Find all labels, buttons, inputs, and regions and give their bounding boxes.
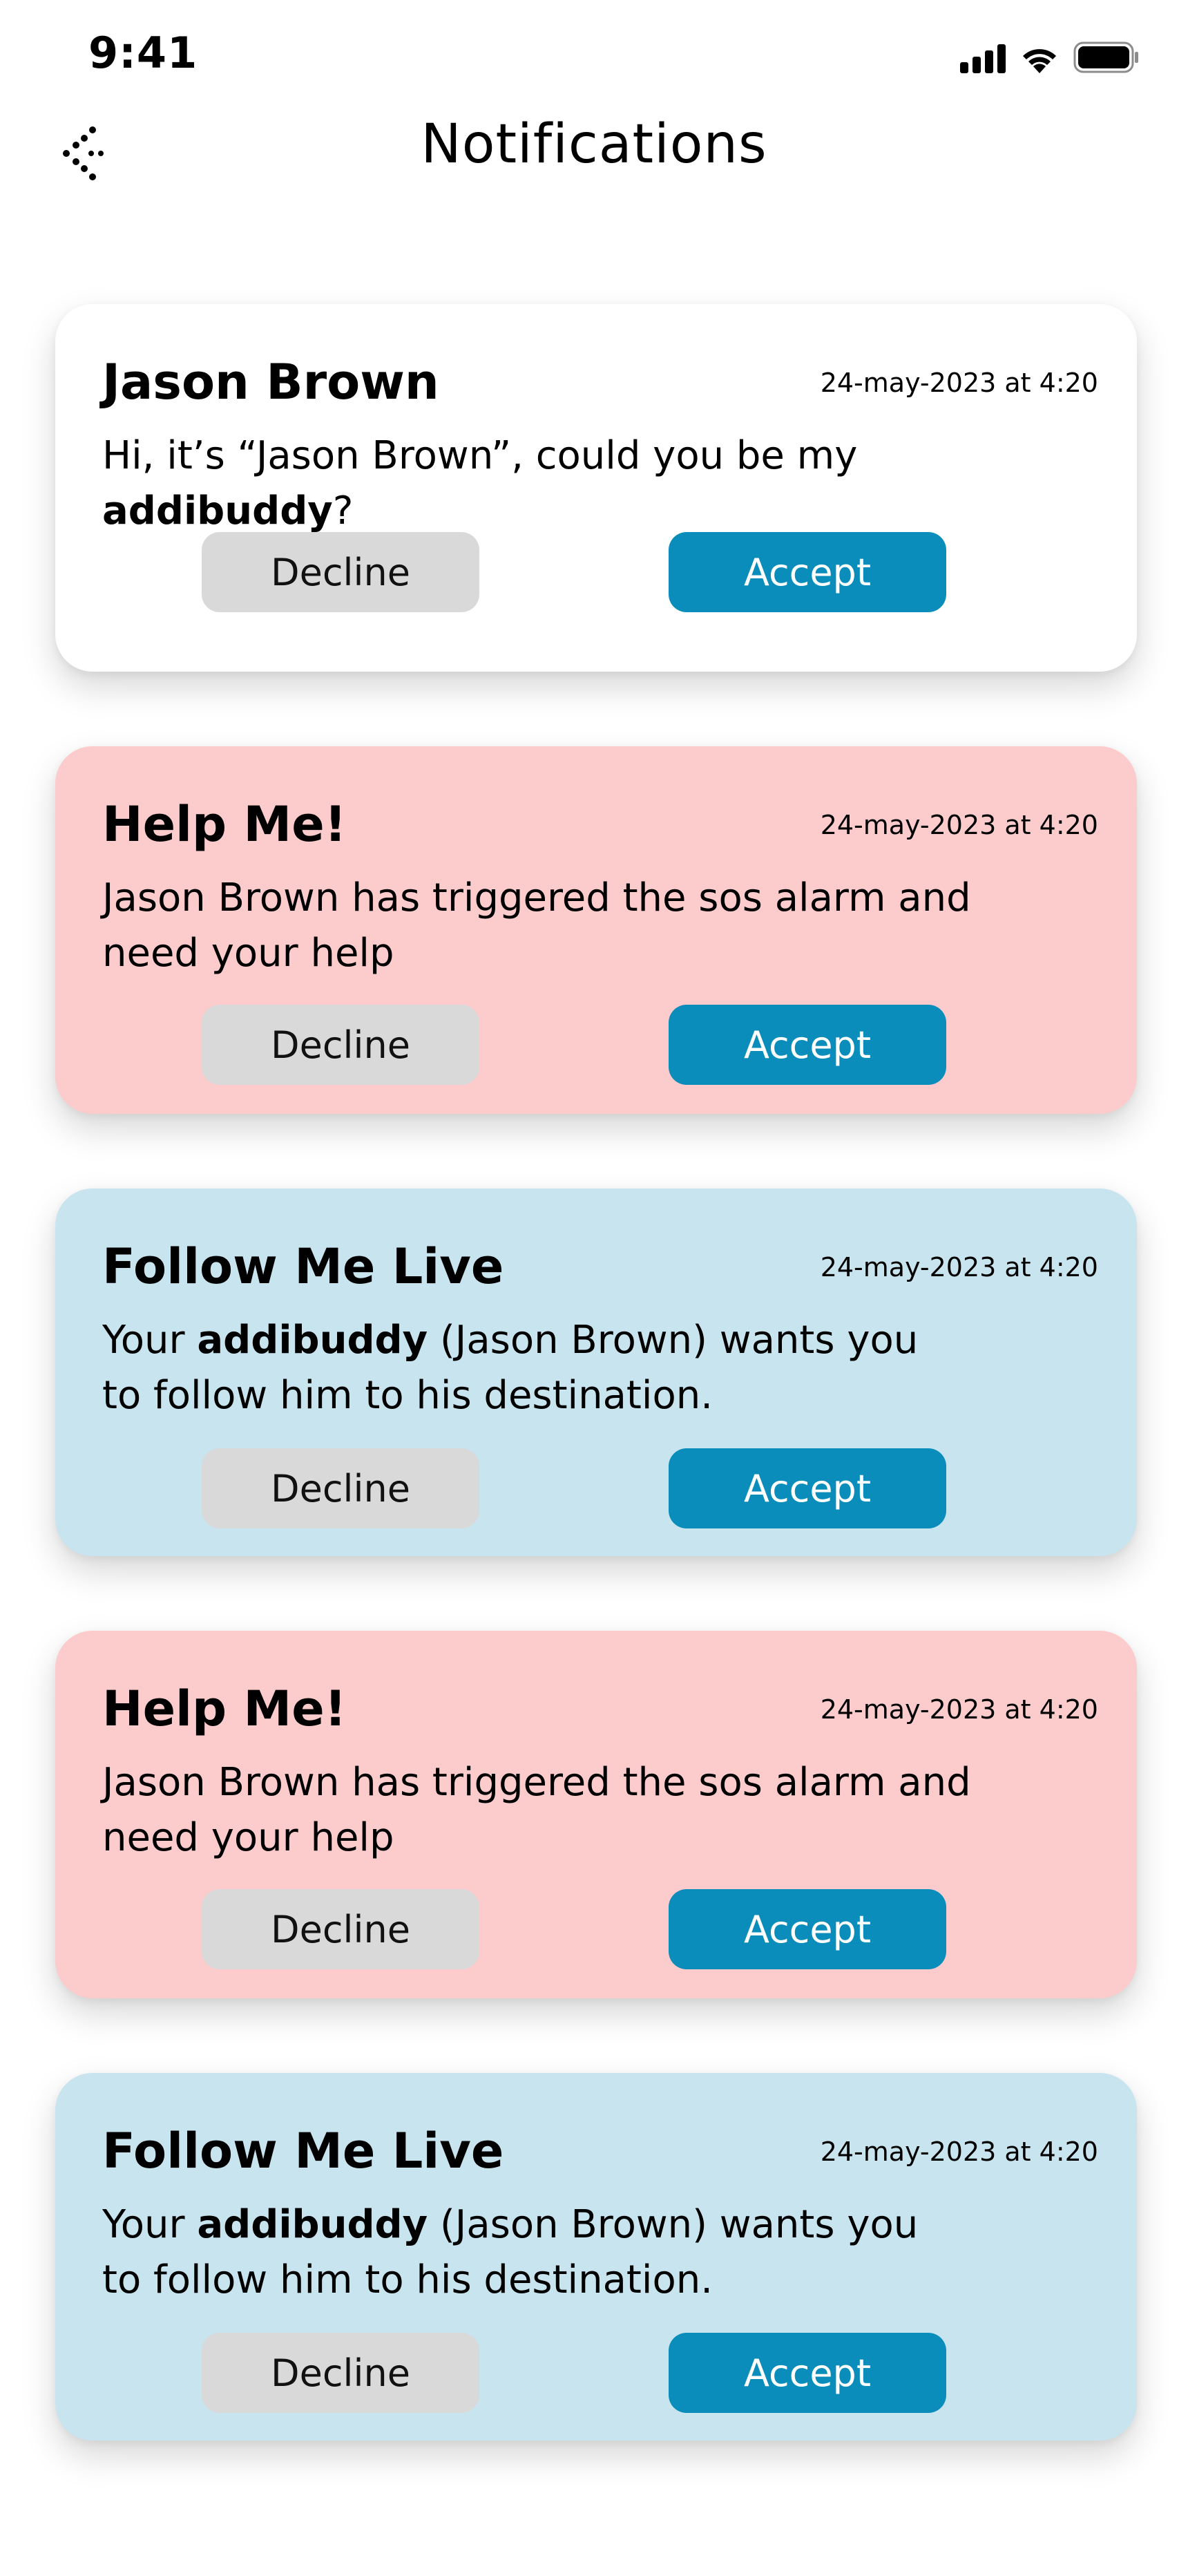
notification-title: Help Me! [102,796,347,853]
page-title: Notifications [421,113,767,176]
notification-message: Jason Brown has triggered the sos alarm … [102,871,1083,981]
cellular-signal-icon [960,43,1006,73]
message-line: to follow him to his destination. [102,2257,713,2302]
message-text: ? [332,489,354,533]
notification-card-buddy-request: Jason Brown 24-may-2023 at 4:20 Hi, it’s… [55,304,1137,672]
decline-button[interactable]: Decline [202,1889,479,1969]
header: Notifications [0,104,1188,193]
notification-message: Jason Brown has triggered the sos alarm … [102,1755,1083,1866]
decline-button[interactable]: Decline [202,2333,479,2413]
accept-button[interactable]: Accept [669,532,946,612]
decline-button[interactable]: Decline [202,532,479,612]
notification-date: 24-may-2023 at 4:20 [820,1252,1098,1282]
message-text: Your [102,1318,198,1363]
message-bold-text: addibuddy [197,1318,428,1363]
notification-title: Follow Me Live [102,2123,504,2179]
notification-date: 24-may-2023 at 4:20 [820,368,1098,398]
notification-card-help-me: Help Me! 24-may-2023 at 4:20 Jason Brown… [55,746,1137,1114]
accept-button[interactable]: Accept [669,1889,946,1969]
message-text: Hi, it’s “Jason Brown”, could you be my [102,433,858,478]
status-icons [960,35,1140,73]
notification-card-help-me: Help Me! 24-may-2023 at 4:20 Jason Brown… [55,1631,1137,1998]
notification-date: 24-may-2023 at 4:20 [820,2137,1098,2167]
notification-message: Your addibuddy (Jason Brown) wants you t… [102,2197,1083,2308]
decline-button[interactable]: Decline [202,1448,479,1528]
notification-card-follow-me-live: Follow Me Live 24-may-2023 at 4:20 Your … [55,1188,1137,1556]
notification-date: 24-may-2023 at 4:20 [820,1694,1098,1725]
message-bold-text: addibuddy [197,2202,428,2247]
notification-message: Hi, it’s “Jason Brown”, could you be my … [102,428,1083,539]
notification-message: Your addibuddy (Jason Brown) wants you t… [102,1313,1083,1423]
status-time: 9:41 [88,28,198,78]
message-text: (Jason Brown) wants you [428,1318,919,1363]
notification-title: Help Me! [102,1680,347,1737]
message-line: Jason Brown has triggered the sos alarm … [102,875,971,920]
accept-button[interactable]: Accept [669,1448,946,1528]
notification-title: Jason Brown [102,354,439,410]
notification-date: 24-may-2023 at 4:20 [820,810,1098,840]
accept-button[interactable]: Accept [669,2333,946,2413]
message-line: need your help [102,1815,394,1860]
message-line: Your addibuddy (Jason Brown) wants you [102,1313,1083,1368]
message-text: (Jason Brown) wants you [428,2202,919,2247]
notifications-screen: 9:41 Notifications Jason Brown 24-may-20… [0,0,1188,2576]
message-line: Your addibuddy (Jason Brown) wants you [102,2197,1083,2253]
message-text: Your [102,2202,198,2247]
notification-card-follow-me-live: Follow Me Live 24-may-2023 at 4:20 Your … [55,2073,1137,2441]
status-bar: 9:41 [0,0,1188,104]
battery-icon [1073,41,1140,73]
wifi-icon [1019,43,1060,73]
notification-title: Follow Me Live [102,1238,504,1295]
decline-button[interactable]: Decline [202,1005,479,1085]
accept-button[interactable]: Accept [669,1005,946,1085]
message-line: need your help [102,931,394,976]
message-bold-text: addibuddy [102,489,333,533]
message-line: Jason Brown has triggered the sos alarm … [102,1760,971,1805]
message-line: to follow him to his destination. [102,1373,713,1418]
